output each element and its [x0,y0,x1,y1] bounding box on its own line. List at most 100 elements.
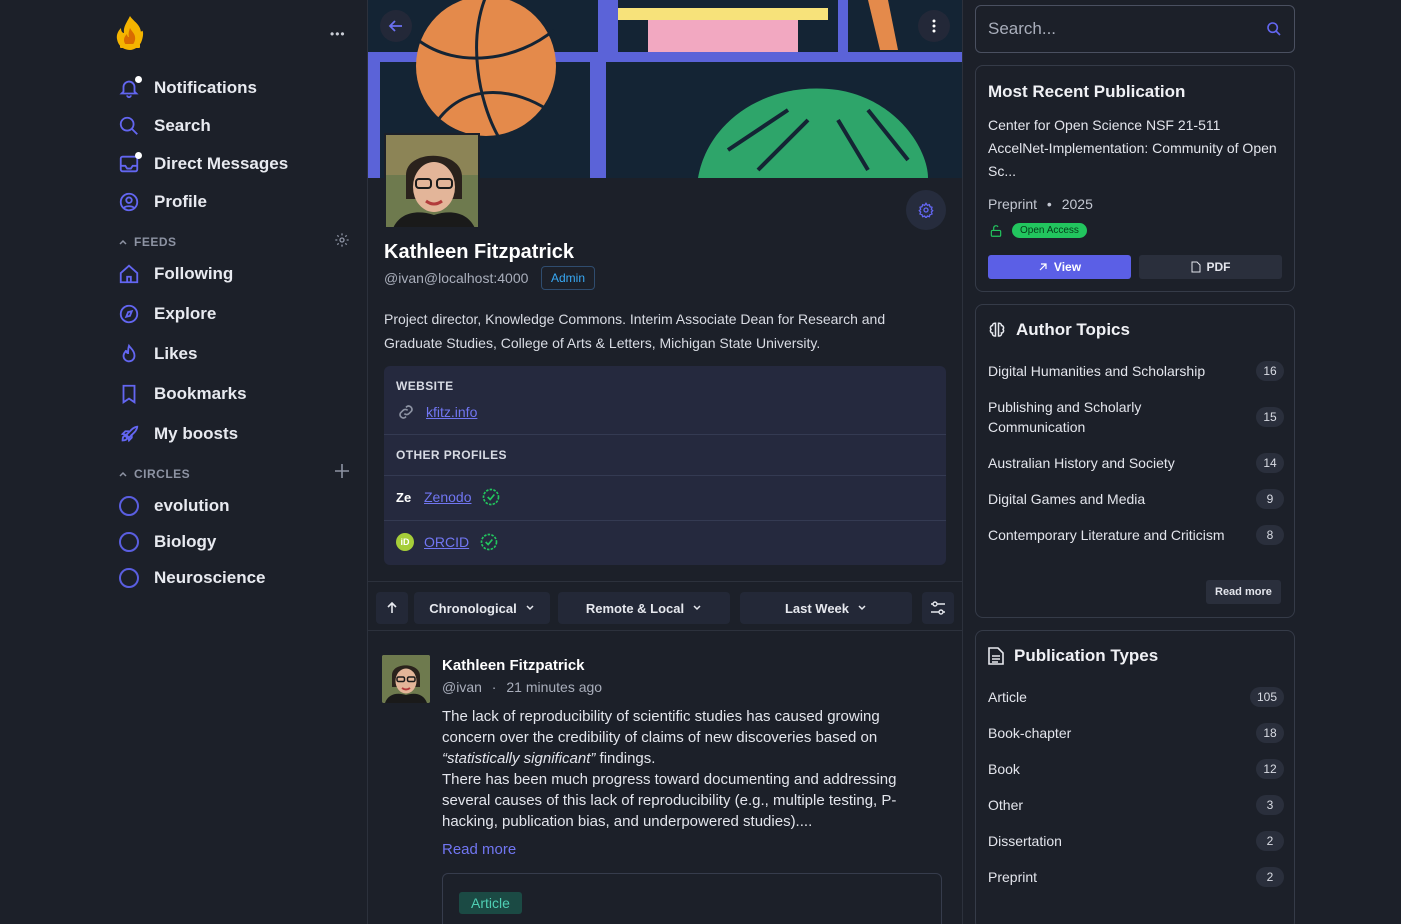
pub-type-row[interactable]: Dissertation 2 [988,831,1284,851]
chevron-up-icon [119,239,127,245]
publication-type: Preprint [988,196,1038,212]
scroll-top-button[interactable] [376,592,408,624]
feed-my-boosts[interactable]: My boosts [118,419,238,449]
pub-type-name: Other [988,797,1024,813]
orcid-link[interactable]: ORCID [424,534,469,550]
time-dropdown[interactable]: Last Week [740,592,912,624]
feed-label: Following [154,264,234,283]
profile-handle: @ivan@localhost:4000 [384,270,529,286]
pdf-button[interactable]: PDF [1139,255,1282,279]
search-icon [1267,22,1281,36]
pub-type-name: Preprint [988,869,1038,885]
feeds-header: FEEDS [134,235,177,249]
sort-dropdown[interactable]: Chronological [414,592,550,624]
search-input[interactable] [988,19,1266,39]
feed-following[interactable]: Following [118,259,233,289]
other-profiles-label: OTHER PROFILES [396,448,507,462]
profile-settings-button[interactable] [906,190,946,230]
post-publication-card[interactable]: Article [442,873,942,924]
circle-evolution[interactable]: evolution [118,491,230,521]
feed-explore[interactable]: Explore [118,299,216,329]
compass-icon [118,303,140,325]
topic-row[interactable]: Australian History and Society 14 [988,453,1284,473]
pub-type-row[interactable]: Book-chapter 18 [988,723,1284,743]
topic-row[interactable]: Digital Games and Media 9 [988,489,1284,509]
website-link[interactable]: kfitz.info [426,404,477,420]
zenodo-link[interactable]: Zenodo [424,489,471,505]
publication-title[interactable]: Center for Open Science NSF 21-511 Accel… [988,114,1283,183]
feeds-settings-icon[interactable] [334,232,350,253]
publication-types-header: Publication Types [988,646,1158,666]
profile-bio: Project director, Knowledge Commons. Int… [384,311,886,351]
profile-avatar[interactable] [384,133,480,229]
post-author-name[interactable]: Kathleen Fitzpatrick [442,657,585,674]
nav-search[interactable]: Search [118,111,211,141]
post-read-more-link[interactable]: Read more [442,841,516,858]
view-button[interactable]: View [988,255,1131,279]
circle-label: Neuroscience [154,568,266,587]
post-text: There has been much progress toward docu… [442,771,897,830]
circle-label: evolution [154,496,230,515]
topics-read-more-button[interactable]: Read more [1206,580,1281,604]
circle-neuroscience[interactable]: Neuroscience [118,563,266,593]
topic-name: Australian History and Society [988,455,1175,471]
chevron-down-icon [693,605,701,611]
topic-count: 8 [1256,525,1284,545]
profile-name: Kathleen Fitzpatrick [384,241,575,263]
sliders-icon [931,601,945,615]
topic-name: Digital Games and Media [988,491,1146,507]
feed-likes[interactable]: Likes [118,339,197,369]
search-box [975,5,1295,53]
chevron-down-icon [526,605,534,611]
meta-separator: · [491,679,497,695]
pub-type-row[interactable]: Article 105 [988,687,1284,707]
profile-links-box: WEBSITE kfitz.info OTHER PROFILES Ze Zen… [384,366,946,565]
recent-publication-title: Most Recent Publication [988,82,1186,101]
pub-type-count: 18 [1256,723,1284,743]
topic-row[interactable]: Digital Humanities and Scholarship 16 [988,361,1284,381]
app-logo-icon[interactable] [114,14,146,52]
bell-icon [118,76,142,99]
add-circle-icon[interactable] [334,463,350,484]
search-icon [118,115,140,137]
author-topics-title: Author Topics [1016,320,1130,339]
filter-settings-button[interactable] [922,592,954,624]
pub-type-name: Dissertation [988,833,1062,849]
pub-type-row[interactable]: Other 3 [988,795,1284,815]
topic-row[interactable]: Contemporary Literature and Criticism 8 [988,525,1284,545]
zenodo-row: Ze Zenodo [396,487,501,507]
publication-meta: Preprint • 2025 [988,196,1093,212]
back-button[interactable] [380,10,412,42]
document-icon [988,647,1004,665]
more-options-icon[interactable]: ••• [330,27,346,41]
profile-menu-button[interactable] [918,10,950,42]
circle-biology[interactable]: Biology [118,527,216,557]
open-access-badge: Open Access [1012,223,1087,238]
topic-count: 14 [1256,453,1284,473]
verified-check-icon [480,533,498,551]
feeds-section-toggle[interactable]: FEEDS [118,235,177,249]
sort-label: Chronological [429,600,517,616]
author-topics-card: Author Topics Digital Humanities and Sch… [975,304,1295,618]
scope-dropdown[interactable]: Remote & Local [558,592,730,624]
topic-row[interactable]: Publishing and Scholarly Communication 1… [988,397,1284,437]
pub-type-row[interactable]: Preprint 2 [988,867,1284,887]
divider [384,475,946,476]
topic-name: Contemporary Literature and Criticism [988,527,1225,543]
circles-section-toggle[interactable]: CIRCLES [118,467,190,481]
time-label: Last Week [784,600,850,616]
nav-profile[interactable]: Profile [118,187,207,217]
admin-badge: Admin [541,266,596,290]
publication-types-card: Publication Types Article 105 Book-chapt… [975,630,1295,924]
post-meta: @ivan · 21 minutes ago [442,679,602,695]
feed-bookmarks[interactable]: Bookmarks [118,379,247,409]
flame-icon [118,343,140,365]
nav-direct-messages[interactable]: Direct Messages [118,149,288,179]
pub-type-name: Book [988,761,1020,777]
nav-notifications[interactable]: Notifications [118,73,257,103]
circle-icon [119,532,139,552]
nav-label: Search [154,116,211,135]
post-author-avatar[interactable] [382,655,430,703]
pub-type-row[interactable]: Book 12 [988,759,1284,779]
post-timestamp: 21 minutes ago [506,679,603,695]
